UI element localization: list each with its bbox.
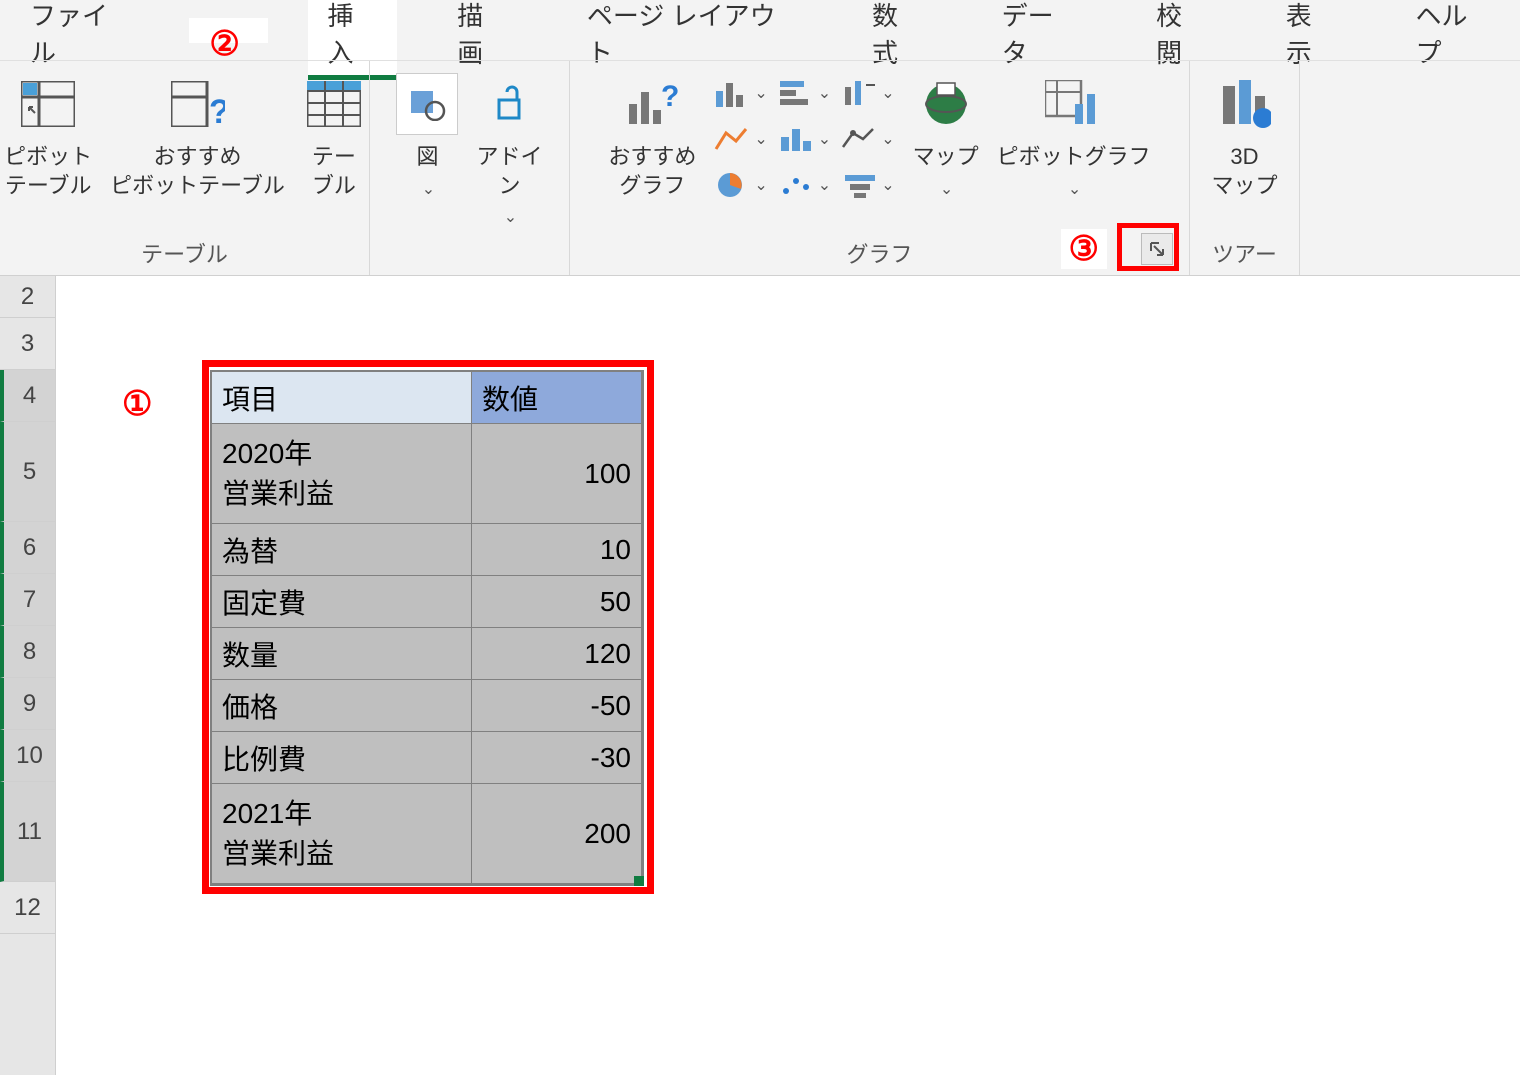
row-header-6[interactable]: 6 [0,522,55,574]
table-row-value[interactable]: 100 [472,424,642,524]
stock-chart-button[interactable]: ⌄ [841,77,894,109]
combo-chart-button[interactable]: ⌄ [841,123,894,155]
table-header-item[interactable]: 項目 [212,372,472,424]
group-label-illustrations [380,237,559,271]
funnel-chart-button[interactable]: ⌄ [841,169,894,201]
table-row-label[interactable]: 価格 [212,680,472,732]
column-chart-button[interactable]: ⌄ [714,77,767,109]
ribbon-group-illustrations: 図 ⌄ アドイ ン ⌄ [370,61,570,275]
3d-map-label: 3D マップ [1211,143,1277,200]
row-header-4[interactable]: 4 [0,370,55,422]
group-label-tables: テーブル [10,231,359,271]
addins-icon [478,73,540,135]
table-row-label[interactable]: 固定費 [212,576,472,628]
annotation-1: ① [122,384,152,424]
addins-label: アドイ ン [476,143,542,200]
table-header-value[interactable]: 数値 [472,372,642,424]
pivot-chart-button[interactable]: ピボットグラフ ⌄ [997,69,1151,200]
shapes-label: 図 [416,143,438,172]
pivot-chart-label: ピボットグラフ [997,143,1151,172]
chevron-down-icon: ⌄ [940,180,953,201]
map-label: マップ [913,143,979,172]
table-icon [303,73,365,135]
addins-button[interactable]: アドイ ン ⌄ [476,69,542,229]
table-row-label[interactable]: 為替 [212,524,472,576]
recommended-pivot-label: おすすめ ピボットテーブル [110,143,285,200]
table-row-value[interactable]: 10 [472,524,642,576]
pivot-table-label: ピボット テーブル [4,143,92,200]
table-row-label[interactable]: 2020年 営業利益 [212,424,472,524]
group-label-tours: ツアー [1200,231,1289,271]
map-icon [915,73,977,135]
worksheet: 2 3 4 5 6 7 8 9 10 11 12 ① 項目 数値 2020年 営… [0,276,1520,1075]
ribbon-tabs: ファイル ② 挿入 描画 ページ レイアウト 数式 データ 校閲 表示 ヘルプ [0,0,1520,60]
cell-grid[interactable]: ① 項目 数値 2020年 営業利益 100 為替 10 固定費 50 数量 1… [56,276,1520,1075]
recommended-charts-icon: ? [621,73,683,135]
ribbon-toolbar: ピボット テーブル ? おすすめ ピボットテーブル [0,60,1520,276]
tab-blank[interactable]: ② [189,18,267,43]
table-button[interactable]: テーブル [303,69,365,200]
pivot-table-button[interactable]: ピボット テーブル [4,69,92,200]
row-header-12[interactable]: 12 [0,882,55,934]
chevron-down-icon: ⌄ [504,208,517,229]
ribbon-group-charts: ? おすすめ グラフ ⌄ ⌄ ⌄ ⌄ ⌄ ⌄ [570,61,1190,275]
table-row-label[interactable]: 数量 [212,628,472,680]
recommended-pivot-button[interactable]: ? おすすめ ピボットテーブル [110,69,285,200]
chevron-down-icon: ⌄ [422,180,435,201]
table-label: テーブル [303,143,365,200]
annotation-3: ③ [1061,229,1107,269]
row-header-8[interactable]: 8 [0,626,55,678]
row-header-11[interactable]: 11 [0,782,55,882]
row-header-2[interactable]: 2 [0,276,55,318]
line-chart-button[interactable]: ⌄ [714,123,767,155]
table-row-value[interactable]: -50 [472,680,642,732]
table-row-value[interactable]: 50 [472,576,642,628]
3d-map-button[interactable]: 3D マップ [1211,69,1277,200]
shapes-icon [396,73,458,135]
map-button[interactable]: マップ ⌄ [913,69,979,200]
area-chart-button[interactable]: ⌄ [778,123,831,155]
annotation-2: ② [209,24,239,64]
ribbon-group-tours: 3D マップ ツアー [1190,61,1300,275]
shapes-button[interactable]: 図 ⌄ [396,69,458,200]
row-header-10[interactable]: 10 [0,730,55,782]
table-row-label[interactable]: 2021年 営業利益 [212,784,472,884]
bar-chart-button[interactable]: ⌄ [778,77,831,109]
pivot-table-icon [17,73,79,135]
table-row-value[interactable]: 120 [472,628,642,680]
scatter-chart-button[interactable]: ⌄ [778,169,831,201]
chevron-down-icon: ⌄ [1068,180,1081,201]
ribbon-group-tables: ピボット テーブル ? おすすめ ピボットテーブル [0,61,370,275]
svg-text:?: ? [209,93,225,127]
ribbon: ファイル ② 挿入 描画 ページ レイアウト 数式 データ 校閲 表示 ヘルプ [0,0,1520,276]
table-row-value[interactable]: 200 [472,784,642,884]
recommended-pivot-icon: ? [167,73,229,135]
row-header-3[interactable]: 3 [0,318,55,370]
charts-dialog-launcher[interactable] [1141,233,1173,265]
row-header-5[interactable]: 5 [0,422,55,522]
row-headers: 2 3 4 5 6 7 8 9 10 11 12 [0,276,56,1075]
dialog-launcher-icon [1148,240,1166,258]
row-header-7[interactable]: 7 [0,574,55,626]
selected-data-table[interactable]: 項目 数値 2020年 営業利益 100 為替 10 固定費 50 数量 120… [210,370,644,886]
row-header-9[interactable]: 9 [0,678,55,730]
group-label-charts: グラフ ③ [580,231,1179,271]
table-row-label[interactable]: 比例費 [212,732,472,784]
recommended-charts-button[interactable]: ? おすすめ グラフ [608,69,696,200]
charts-group-text: グラフ [846,242,912,267]
3d-map-icon [1213,73,1275,135]
pie-chart-button[interactable]: ⌄ [714,169,767,201]
svg-text:?: ? [661,80,679,113]
table-row-value[interactable]: -30 [472,732,642,784]
pivot-chart-icon [1043,73,1105,135]
recommended-charts-label: おすすめ グラフ [608,143,696,200]
